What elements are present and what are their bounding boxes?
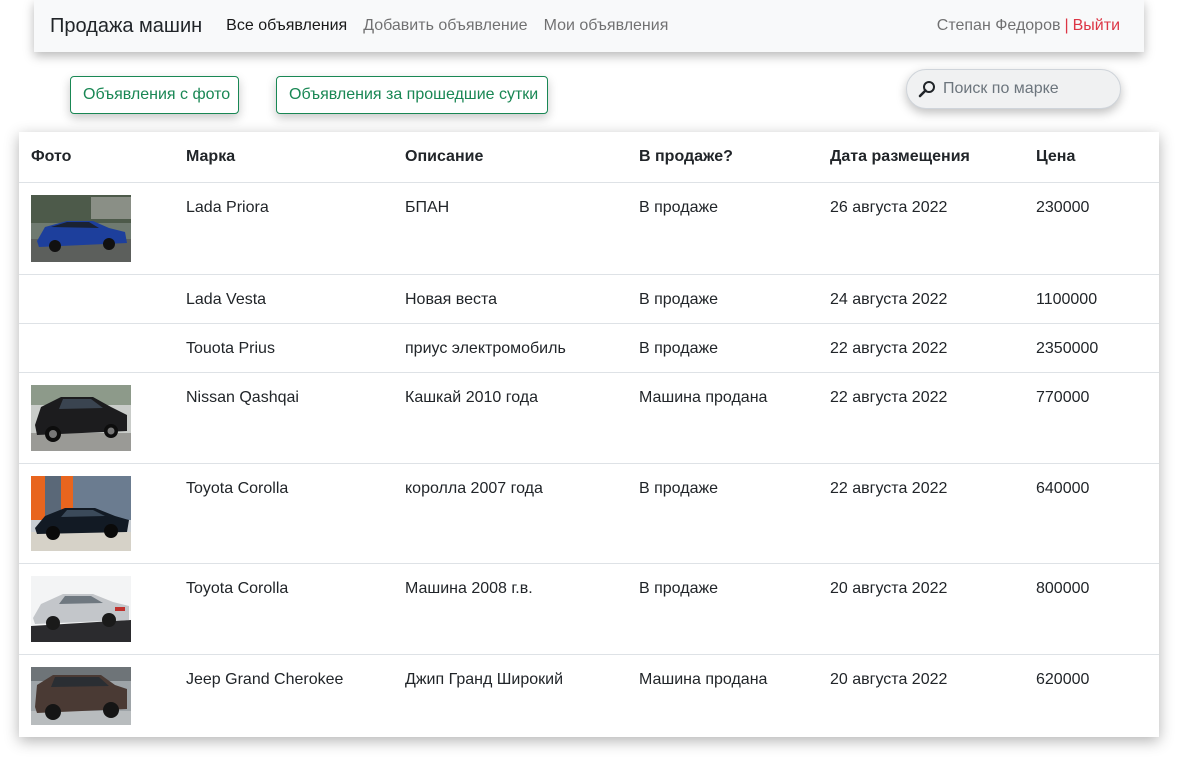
cell-status: Машина продана: [639, 670, 768, 688]
table-row[interactable]: Toyota Corolla Машина 2008 г.в. В продаж…: [19, 563, 1159, 655]
photo-cell: [19, 563, 174, 655]
filter-last-day-button[interactable]: Объявления за прошедшие сутки: [276, 76, 548, 114]
nav-my-listings[interactable]: Мои объявления: [544, 17, 669, 35]
cell-price: 770000: [1024, 372, 1159, 464]
cell-description: БПАН: [393, 182, 627, 275]
header-photo: Фото: [19, 132, 174, 183]
cell-date: 22 августа 2022: [818, 372, 1024, 464]
photo-cell: [19, 372, 174, 464]
cell-description: Новая веста: [393, 274, 627, 324]
header-date: Дата размещения: [818, 132, 1024, 183]
cell-description: королла 2007 года: [393, 463, 627, 564]
cell-date: 24 августа 2022: [818, 274, 1024, 324]
cell-price: 230000: [1024, 182, 1159, 275]
cell-brand: Nissan Qashqai: [174, 372, 393, 464]
cell-status: Машина продана: [627, 372, 818, 464]
cell-brand: Jeep Grand Cherokee: [186, 670, 344, 688]
brand-title[interactable]: Продажа машин: [50, 15, 202, 38]
cell-date: 20 августа 2022: [818, 563, 1024, 655]
search-input[interactable]: [941, 79, 1115, 99]
car-photo-thumbnail[interactable]: [31, 475, 131, 551]
cell-price: 800000: [1024, 563, 1159, 655]
table-row[interactable]: Jeep Grand Cherokee Джип Гранд Широкий М…: [19, 654, 1159, 736]
photo-cell: [19, 274, 174, 324]
listings-table: Фото Марка Описание В продаже? Дата разм…: [19, 132, 1159, 736]
cell-description: Машина 2008 г.в.: [393, 563, 627, 655]
table-row[interactable]: Nissan Qashqai Кашкай 2010 года Машина п…: [19, 372, 1159, 464]
cell-price: 2350000: [1024, 323, 1159, 373]
cell-date: 22 августа 2022: [818, 463, 1024, 564]
cell-price: 640000: [1024, 463, 1159, 564]
user-separator: |: [1064, 17, 1069, 34]
cell-brand: Touota Prius: [174, 323, 393, 373]
photo-cell: [19, 182, 174, 275]
car-photo-thumbnail[interactable]: [31, 384, 131, 451]
cell-brand: Toyota Corolla: [174, 463, 393, 564]
nav-add-listing[interactable]: Добавить объявление: [363, 17, 527, 35]
cell-date: 26 августа 2022: [818, 182, 1024, 275]
car-photo-thumbnail[interactable]: [31, 194, 131, 262]
cell-date: 22 августа 2022: [818, 323, 1024, 373]
photo-cell: [19, 463, 174, 564]
logout-link[interactable]: Выйти: [1073, 17, 1120, 34]
cell-brand: Lada Priora: [174, 182, 393, 275]
cell-status: В продаже: [627, 323, 818, 373]
cell-description: Джип Гранд Широкий: [405, 670, 564, 688]
table-row[interactable]: Lada Priora БПАН В продаже 26 августа 20…: [19, 182, 1159, 275]
user-area: Степан Федоров | Выйти: [937, 17, 1120, 35]
photo-cell: [19, 654, 174, 736]
filter-with-photo-button[interactable]: Объявления с фото: [70, 76, 239, 114]
table-header-row: Фото Марка Описание В продаже? Дата разм…: [19, 132, 1159, 183]
cell-brand: Toyota Corolla: [174, 563, 393, 655]
header-brand: Марка: [174, 132, 393, 183]
user-name: Степан Федоров: [936, 17, 1061, 34]
header-price: Цена: [1024, 132, 1159, 183]
cell-description: Кашкай 2010 года: [393, 372, 627, 464]
header-description: Описание: [393, 132, 627, 183]
cell-price: 1100000: [1024, 274, 1159, 324]
table-row[interactable]: Touota Prius приус электромобиль В прода…: [19, 323, 1159, 373]
table-row[interactable]: Toyota Corolla королла 2007 года В прода…: [19, 463, 1159, 564]
car-photo-thumbnail[interactable]: [31, 575, 131, 642]
cell-status: В продаже: [627, 274, 818, 324]
listings-card: Фото Марка Описание В продаже? Дата разм…: [19, 132, 1159, 737]
cell-date: 20 августа 2022: [830, 670, 948, 688]
top-navbar: Продажа машин Все объявления Добавить об…: [34, 0, 1144, 52]
cell-status: В продаже: [627, 182, 818, 275]
nav-all-listings[interactable]: Все объявления: [226, 17, 347, 35]
header-status: В продаже?: [627, 132, 818, 183]
photo-cell: [19, 323, 174, 373]
cell-status: В продаже: [627, 463, 818, 564]
search-icon: [917, 79, 937, 99]
table-row[interactable]: Lada Vesta Новая веста В продаже 24 авгу…: [19, 274, 1159, 324]
cell-brand: Lada Vesta: [174, 274, 393, 324]
search-box[interactable]: [906, 69, 1121, 109]
cell-description: приус электромобиль: [393, 323, 627, 373]
cell-price: 620000: [1036, 670, 1090, 688]
car-photo-thumbnail[interactable]: [31, 666, 131, 725]
cell-status: В продаже: [627, 563, 818, 655]
